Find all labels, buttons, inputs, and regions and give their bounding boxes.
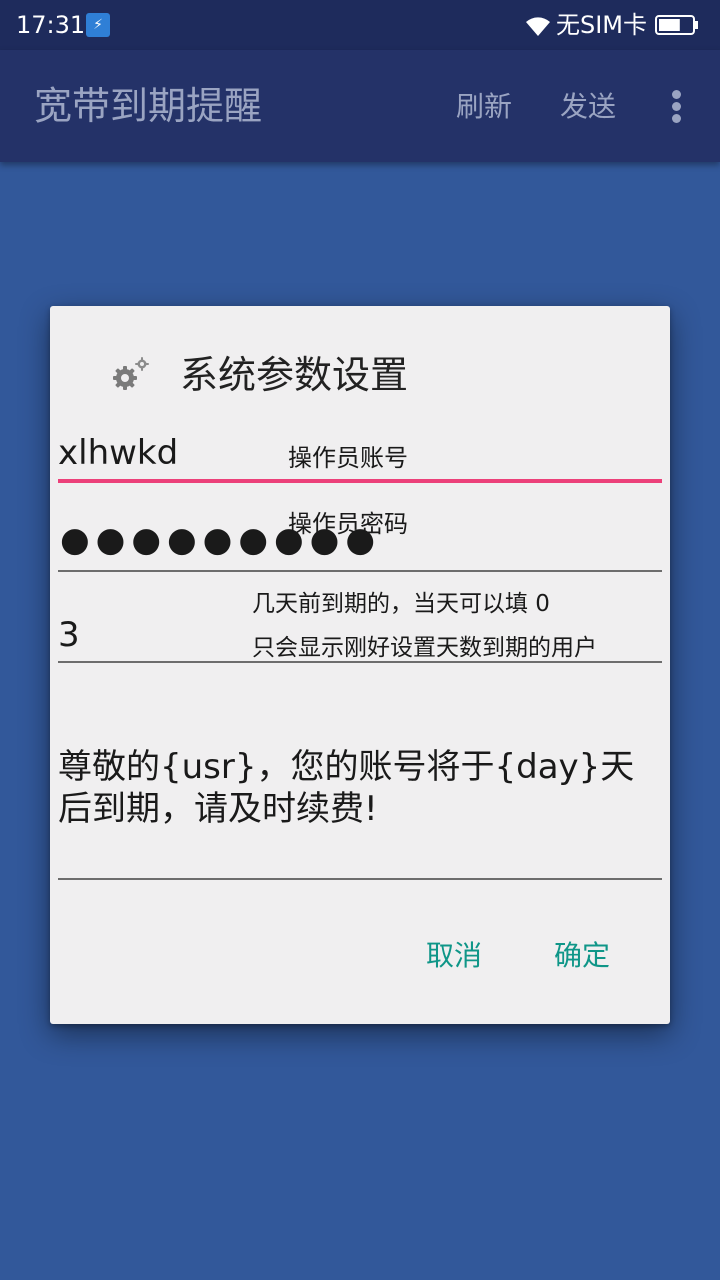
password-underline bbox=[58, 570, 662, 572]
message-underline bbox=[58, 878, 662, 880]
status-bar: 17:31 ⚡ 无SIM卡 bbox=[0, 0, 720, 50]
send-button[interactable]: 发送 bbox=[560, 89, 616, 125]
confirm-button[interactable]: 确定 bbox=[554, 938, 610, 974]
password-label: 操作员密码 bbox=[288, 510, 408, 538]
sim-status: 无SIM卡 bbox=[556, 11, 648, 39]
account-underline bbox=[58, 479, 662, 483]
cancel-button[interactable]: 取消 bbox=[426, 938, 482, 974]
refresh-button[interactable]: 刷新 bbox=[456, 89, 512, 125]
app-notification-icon: ⚡ bbox=[86, 13, 110, 37]
status-time: 17:31 bbox=[16, 11, 86, 39]
settings-dialog: 系统参数设置 xlhwkd 操作员账号 ●●●●●●●●● 操作员密码 3 几天… bbox=[50, 306, 670, 1024]
days-hint-line2: 只会显示刚好设置天数到期的用户 bbox=[252, 635, 597, 661]
gear-icon bbox=[113, 357, 149, 390]
more-vert-icon[interactable] bbox=[660, 86, 692, 126]
days-hint-line1: 几天前到期的，当天可以填 0 bbox=[252, 591, 550, 617]
message-template-input[interactable]: 尊敬的{usr}，您的账号将于{day}天后到期，请及时续费! bbox=[58, 746, 658, 830]
dialog-title: 系统参数设置 bbox=[180, 353, 409, 397]
app-bar: 宽带到期提醒 刷新 发送 bbox=[0, 50, 720, 162]
account-label: 操作员账号 bbox=[288, 444, 408, 472]
days-underline bbox=[58, 661, 662, 663]
app-title: 宽带到期提醒 bbox=[34, 84, 263, 128]
days-input[interactable]: 3 bbox=[58, 614, 80, 656]
wifi-icon bbox=[526, 17, 550, 36]
battery-icon bbox=[655, 15, 698, 35]
account-input[interactable]: xlhwkd bbox=[58, 432, 178, 474]
